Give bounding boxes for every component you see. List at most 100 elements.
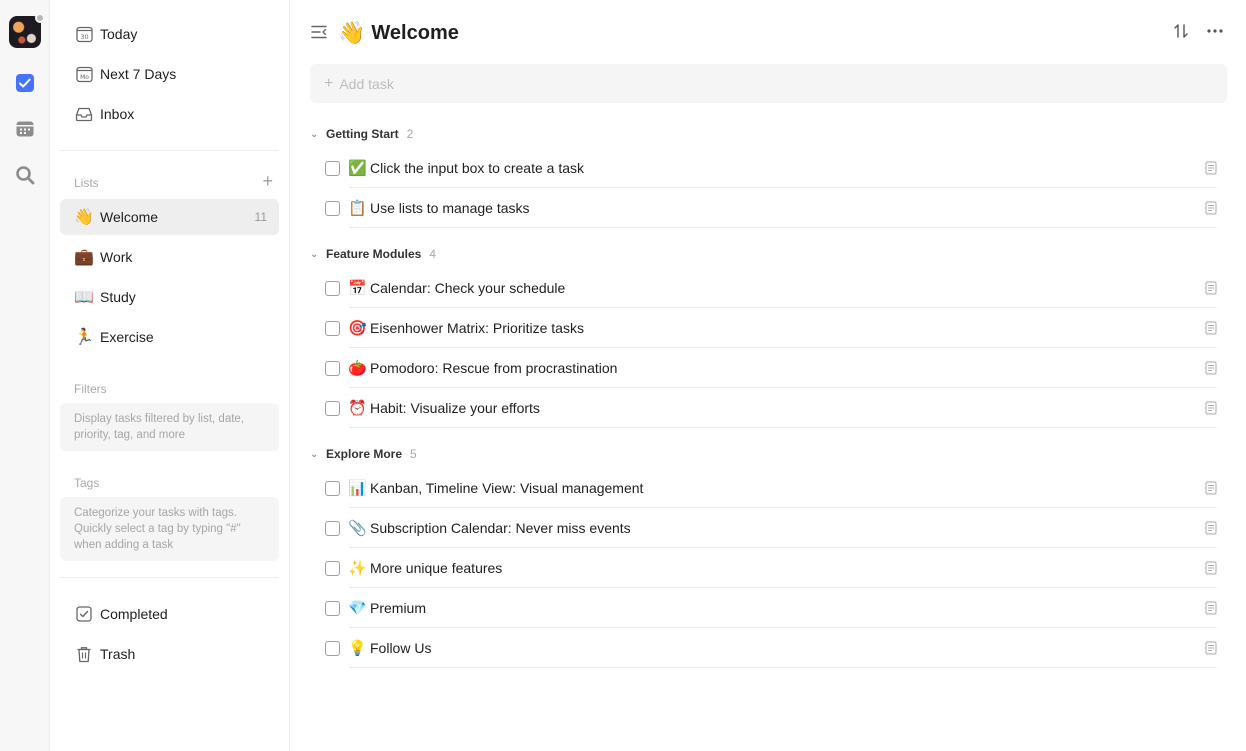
task-row[interactable]: ✅ Click the input box to create a task	[310, 148, 1217, 188]
bar-chart-icon: 📊	[348, 480, 367, 497]
task-row[interactable]: ⏰ Habit: Visualize your efforts	[310, 388, 1217, 428]
page-title: 👋 Welcome	[338, 20, 459, 46]
group-name: Explore More	[326, 447, 403, 461]
chevron-down-icon: ⌄	[310, 128, 319, 140]
sidebar-item-next-7-days[interactable]: Mo Next 7 Days	[60, 56, 279, 92]
sidebar-item-welcome[interactable]: 👋 Welcome 11	[60, 199, 279, 235]
group-header-getting-start[interactable]: ⌄ Getting Start 2	[310, 124, 413, 144]
task-row[interactable]: 🎯 Eisenhower Matrix: Prioritize tasks	[310, 308, 1217, 348]
sidebar-item-label: Work	[100, 249, 133, 265]
sidebar-item-completed[interactable]: Completed	[60, 596, 279, 632]
group-name: Feature Modules	[326, 247, 422, 261]
filters-hint: Display tasks filtered by list, date, pr…	[60, 403, 279, 451]
sidebar-item-label: Completed	[100, 606, 168, 622]
note-icon	[1205, 161, 1217, 175]
plus-icon: +	[324, 74, 334, 92]
sidebar-item-trash[interactable]: Trash	[60, 636, 279, 672]
calendar-emoji-icon: 📅	[348, 280, 367, 297]
sidebar-item-label: Inbox	[100, 106, 135, 122]
completed-check-icon	[74, 604, 94, 624]
chevron-down-icon: ⌄	[310, 448, 319, 460]
task-checkbox[interactable]	[325, 480, 340, 496]
note-icon	[1205, 401, 1217, 415]
sidebar-divider	[60, 577, 279, 578]
task-checkbox[interactable]	[325, 360, 340, 376]
gem-icon: 💎	[348, 600, 367, 617]
note-icon	[1205, 641, 1217, 655]
calendar-mo-icon: Mo	[74, 64, 94, 84]
clipboard-icon: 📋	[348, 200, 367, 217]
running-person-icon: 🏃	[74, 329, 94, 346]
sidebar-item-today[interactable]: 30 Today	[60, 16, 279, 52]
lists-section-title: Lists	[74, 176, 99, 190]
note-icon	[1205, 321, 1217, 335]
task-row[interactable]: 📋 Use lists to manage tasks	[310, 188, 1217, 228]
task-title: Subscription Calendar: Never miss events	[370, 520, 631, 536]
task-checkbox[interactable]	[325, 400, 340, 416]
search-icon[interactable]	[14, 164, 36, 186]
task-checkbox[interactable]	[325, 320, 340, 336]
trash-icon	[74, 644, 94, 664]
main-panel: 👋 Welcome + ⌄ Getting Start 2 ✅ Click th…	[290, 0, 1246, 751]
avatar[interactable]	[9, 13, 45, 48]
task-checkbox[interactable]	[325, 520, 340, 536]
check-mark-icon: ✅	[348, 160, 367, 177]
paperclip-icon: 📎	[348, 520, 367, 537]
task-row[interactable]: ✨ More unique features	[310, 548, 1217, 588]
task-row[interactable]: 💎 Premium	[310, 588, 1217, 628]
task-checkbox[interactable]	[325, 280, 340, 296]
group-header-explore-more[interactable]: ⌄ Explore More 5	[310, 444, 417, 464]
book-icon: 📖	[74, 289, 94, 306]
task-checkbox[interactable]	[325, 640, 340, 656]
group-name: Getting Start	[326, 127, 399, 141]
row-divider	[349, 227, 1217, 228]
list-count-badge: 11	[254, 210, 267, 224]
task-row[interactable]: 📅 Calendar: Check your schedule	[310, 268, 1217, 308]
sidebar-item-study[interactable]: 📖 Study	[60, 279, 279, 315]
task-checkbox-icon[interactable]	[14, 72, 36, 94]
sidebar-item-label: Study	[100, 289, 136, 305]
task-checkbox[interactable]	[325, 200, 340, 216]
group-count: 5	[410, 447, 417, 461]
light-bulb-icon: 💡	[348, 640, 367, 657]
more-options-icon[interactable]	[1206, 22, 1226, 42]
sidebar-item-work[interactable]: 💼 Work	[60, 239, 279, 275]
group-header-feature-modules[interactable]: ⌄ Feature Modules 4	[310, 244, 436, 264]
sidebar-item-exercise[interactable]: 🏃 Exercise	[60, 319, 279, 355]
tags-section-title: Tags	[74, 476, 100, 490]
filters-section-title: Filters	[74, 382, 107, 396]
page-title-text: Welcome	[371, 21, 459, 44]
row-divider	[349, 427, 1217, 428]
left-rail	[0, 0, 50, 751]
tags-hint: Categorize your tasks with tags. Quickly…	[60, 497, 279, 561]
task-row[interactable]: 💡 Follow Us	[310, 628, 1217, 668]
add-list-icon[interactable]: +	[262, 172, 273, 190]
task-title: Habit: Visualize your efforts	[370, 400, 540, 416]
calendar-icon[interactable]	[14, 118, 36, 140]
chevron-down-icon: ⌄	[310, 248, 319, 260]
task-title: Use lists to manage tasks	[370, 200, 530, 216]
note-icon	[1205, 281, 1217, 295]
note-icon	[1205, 561, 1217, 575]
collapse-sidebar-icon[interactable]	[310, 23, 330, 43]
task-row[interactable]: 📎 Subscription Calendar: Never miss even…	[310, 508, 1217, 548]
sidebar-item-inbox[interactable]: Inbox	[60, 96, 279, 132]
tomato-icon: 🍅	[348, 360, 367, 377]
sidebar-divider	[60, 150, 279, 151]
add-task-box[interactable]: +	[310, 64, 1227, 103]
task-title: Pomodoro: Rescue from procrastination	[370, 360, 618, 376]
task-row[interactable]: 🍅 Pomodoro: Rescue from procrastination	[310, 348, 1217, 388]
alarm-clock-icon: ⏰	[348, 400, 367, 417]
task-title: Kanban, Timeline View: Visual management	[370, 480, 644, 496]
task-checkbox[interactable]	[325, 160, 340, 176]
sidebar-item-label: Welcome	[100, 209, 159, 225]
task-title: More unique features	[370, 560, 503, 576]
add-task-input[interactable]	[339, 75, 1140, 92]
task-row[interactable]: 📊 Kanban, Timeline View: Visual manageme…	[310, 468, 1217, 508]
task-checkbox[interactable]	[325, 600, 340, 616]
group-count: 2	[406, 127, 414, 141]
task-title: Eisenhower Matrix: Prioritize tasks	[370, 320, 584, 336]
sparkles-icon: ✨	[348, 560, 367, 577]
sort-icon[interactable]	[1172, 22, 1192, 42]
task-checkbox[interactable]	[325, 560, 340, 576]
